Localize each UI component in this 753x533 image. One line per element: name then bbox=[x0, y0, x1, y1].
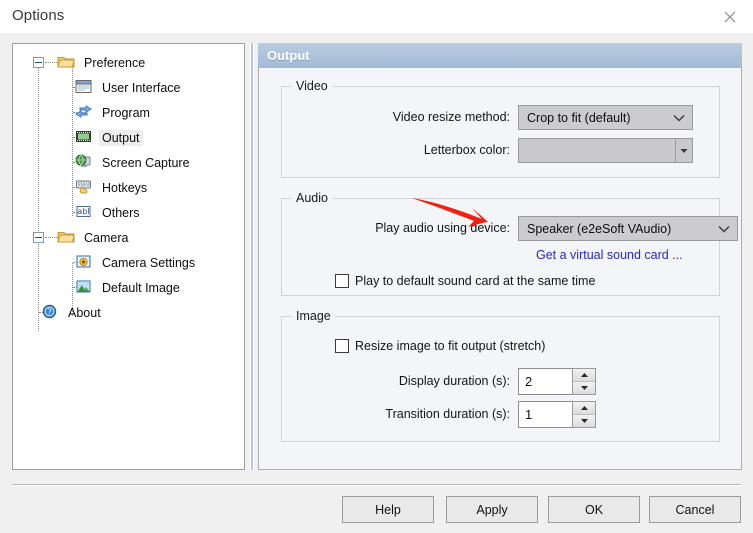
abl-textbox-icon: abl bbox=[75, 204, 93, 221]
stepper-down-icon[interactable] bbox=[573, 382, 595, 394]
letterbox-color-swatch bbox=[519, 139, 675, 162]
footer-separator bbox=[12, 484, 741, 486]
panel-splitter[interactable] bbox=[250, 43, 254, 470]
video-group-title: Video bbox=[292, 79, 332, 93]
sidebar-item-camera[interactable]: Camera bbox=[13, 225, 244, 250]
transition-duration-value[interactable]: 1 bbox=[518, 401, 572, 428]
sidebar-item-label: About bbox=[65, 305, 104, 321]
info-circle-icon: ? bbox=[41, 304, 59, 321]
transition-duration-stepper[interactable]: 1 bbox=[518, 401, 596, 428]
sidebar-item-label: Others bbox=[99, 205, 143, 221]
stepper-buttons[interactable] bbox=[572, 368, 596, 395]
tree-guide-line bbox=[45, 237, 57, 238]
video-resize-label: Video resize method: bbox=[302, 110, 510, 124]
checkbox-label: Resize image to fit output (stretch) bbox=[355, 339, 545, 353]
resize-image-to-fit-output-checkbox[interactable]: Resize image to fit output (stretch) bbox=[335, 339, 545, 353]
sidebar-item-label: Preference bbox=[81, 55, 148, 71]
options-dialog-body: Preference User Interface bbox=[0, 33, 753, 533]
sidebar-item-camera-settings[interactable]: Camera Settings bbox=[13, 250, 244, 275]
display-duration-value[interactable]: 2 bbox=[518, 368, 572, 395]
tree-guide-line bbox=[45, 62, 57, 63]
sidebar-item-preference[interactable]: Preference bbox=[13, 50, 244, 75]
stepper-buttons[interactable] bbox=[572, 401, 596, 428]
close-icon[interactable] bbox=[707, 0, 753, 33]
audio-group: Audio Play audio using device: Speaker (… bbox=[281, 198, 720, 296]
video-resize-method-value: Crop to fit (default) bbox=[519, 111, 666, 125]
play-audio-device-label: Play audio using device: bbox=[302, 221, 510, 235]
tree-root: Preference User Interface bbox=[13, 44, 244, 325]
monitor-globe-icon bbox=[75, 154, 93, 171]
image-group: Image Resize image to fit output (stretc… bbox=[281, 316, 720, 442]
sidebar-item-others[interactable]: abl Others bbox=[13, 200, 244, 225]
picture-icon bbox=[75, 279, 93, 296]
get-virtual-sound-card-link[interactable]: Get a virtual sound card ... bbox=[536, 248, 683, 262]
checkbox-box[interactable] bbox=[335, 274, 349, 288]
display-duration-stepper[interactable]: 2 bbox=[518, 368, 596, 395]
sidebar-item-user-interface[interactable]: User Interface bbox=[13, 75, 244, 100]
help-button[interactable]: Help bbox=[342, 496, 434, 523]
sidebar-item-label: Camera bbox=[81, 230, 131, 246]
arrows-swap-icon bbox=[75, 104, 93, 121]
sidebar-item-label: User Interface bbox=[99, 80, 184, 96]
chevron-down-icon bbox=[711, 225, 737, 233]
output-settings-pane: Output Video Video resize method: Crop t… bbox=[258, 43, 742, 470]
settings-tree[interactable]: Preference User Interface bbox=[12, 43, 245, 470]
folder-icon bbox=[57, 229, 75, 246]
play-audio-device-select[interactable]: Speaker (e2eSoft VAudio) bbox=[518, 216, 738, 241]
apply-button[interactable]: Apply bbox=[446, 496, 538, 523]
letterbox-color-label: Letterbox color: bbox=[302, 143, 510, 157]
stepper-up-icon[interactable] bbox=[573, 369, 595, 382]
keyboard-hand-icon bbox=[75, 179, 93, 196]
play-audio-device-value: Speaker (e2eSoft VAudio) bbox=[519, 222, 711, 236]
sidebar-item-screen-capture[interactable]: Screen Capture bbox=[13, 150, 244, 175]
sidebar-item-about[interactable]: ? About bbox=[13, 300, 244, 325]
stepper-up-icon[interactable] bbox=[573, 402, 595, 415]
sidebar-item-label: Screen Capture bbox=[99, 155, 193, 171]
sidebar-item-output[interactable]: Output bbox=[13, 125, 244, 150]
page-title: Output bbox=[258, 43, 742, 68]
chevron-down-icon[interactable] bbox=[675, 139, 692, 162]
sidebar-item-program[interactable]: Program bbox=[13, 100, 244, 125]
window-title-bar: Options bbox=[0, 0, 753, 33]
pane-content: Video Video resize method: Crop to fit (… bbox=[258, 68, 742, 470]
ok-button[interactable]: OK bbox=[548, 496, 640, 523]
sidebar-item-hotkeys[interactable]: Hotkeys bbox=[13, 175, 244, 200]
letterbox-color-picker[interactable] bbox=[518, 138, 693, 163]
display-duration-label: Display duration (s): bbox=[302, 374, 510, 388]
sidebar-item-default-image[interactable]: Default Image bbox=[13, 275, 244, 300]
play-to-default-sound-card-checkbox[interactable]: Play to default sound card at the same t… bbox=[335, 274, 595, 288]
svg-text:abl: abl bbox=[77, 207, 89, 216]
filmstrip-icon bbox=[75, 129, 93, 146]
svg-text:?: ? bbox=[47, 308, 51, 317]
sidebar-item-label: Output bbox=[99, 130, 143, 146]
stepper-down-icon[interactable] bbox=[573, 415, 595, 427]
transition-duration-label: Transition duration (s): bbox=[302, 407, 510, 421]
folder-icon bbox=[57, 54, 75, 71]
sidebar-item-label: Camera Settings bbox=[99, 255, 198, 271]
window-title: Options bbox=[12, 7, 64, 24]
sidebar-item-label: Program bbox=[99, 105, 153, 121]
video-resize-method-select[interactable]: Crop to fit (default) bbox=[518, 105, 693, 130]
expander-minus-icon[interactable] bbox=[33, 232, 44, 243]
sidebar-item-label: Default Image bbox=[99, 280, 183, 296]
sidebar-item-label: Hotkeys bbox=[99, 180, 150, 196]
window-icon bbox=[75, 79, 93, 96]
checkbox-label: Play to default sound card at the same t… bbox=[355, 274, 595, 288]
expander-minus-icon[interactable] bbox=[33, 57, 44, 68]
camera-gear-icon bbox=[75, 254, 93, 271]
chevron-down-icon bbox=[666, 114, 692, 122]
checkbox-box[interactable] bbox=[335, 339, 349, 353]
video-group: Video Video resize method: Crop to fit (… bbox=[281, 86, 720, 178]
cancel-button[interactable]: Cancel bbox=[649, 496, 741, 523]
image-group-title: Image bbox=[292, 309, 335, 323]
audio-group-title: Audio bbox=[292, 191, 332, 205]
